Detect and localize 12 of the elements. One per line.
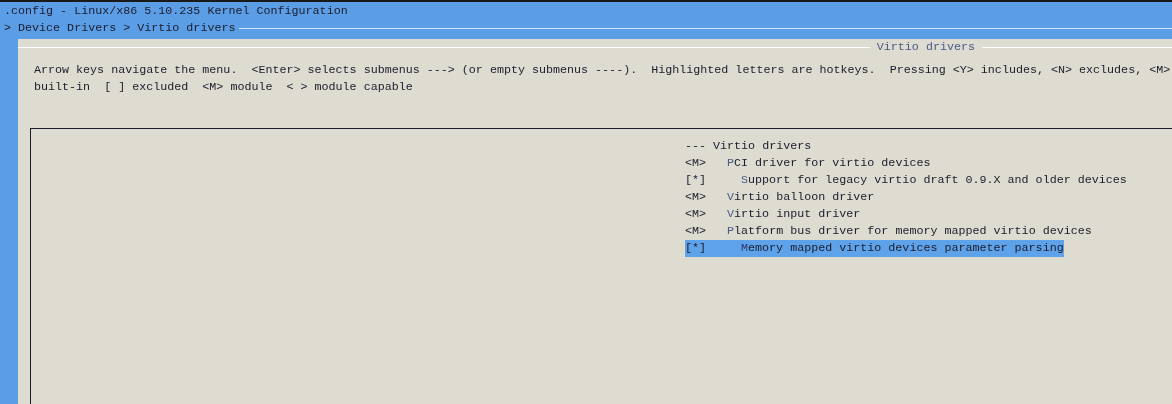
menu-item[interactable]: <M> Virtio input driver (685, 206, 861, 223)
dialog-title: Virtio drivers (875, 39, 976, 56)
help-text: Arrow keys navigate the menu. <Enter> selects submenus ---> (or empty submenus ----). Highlighted letters are hotkeys. Pressing <Y> includes, <N> excludes, <M> (34, 62, 1171, 79)
menu-item[interactable]: [*] Support for legacy virtio draft 0.9.X and older devices (685, 172, 1127, 189)
window-title: .config - Linux/x86 5.10.235 Kernel Configuration (3, 3, 349, 20)
menu-item[interactable]: <M> Virtio balloon driver (685, 189, 875, 206)
menu-item[interactable]: [*] Memory mapped virtio devices parameter parsing (685, 240, 1064, 257)
menu-item[interactable]: <M> Platform bus driver for memory mapped virtio devices (685, 223, 1092, 240)
help-text: built-in [ ] excluded <M> module < > module capable (34, 79, 413, 96)
menu-heading: --- Virtio drivers (685, 138, 812, 155)
menu-item[interactable]: <M> PCI driver for virtio devices (685, 155, 931, 172)
breadcrumb: > Device Drivers > Virtio drivers (3, 20, 237, 37)
